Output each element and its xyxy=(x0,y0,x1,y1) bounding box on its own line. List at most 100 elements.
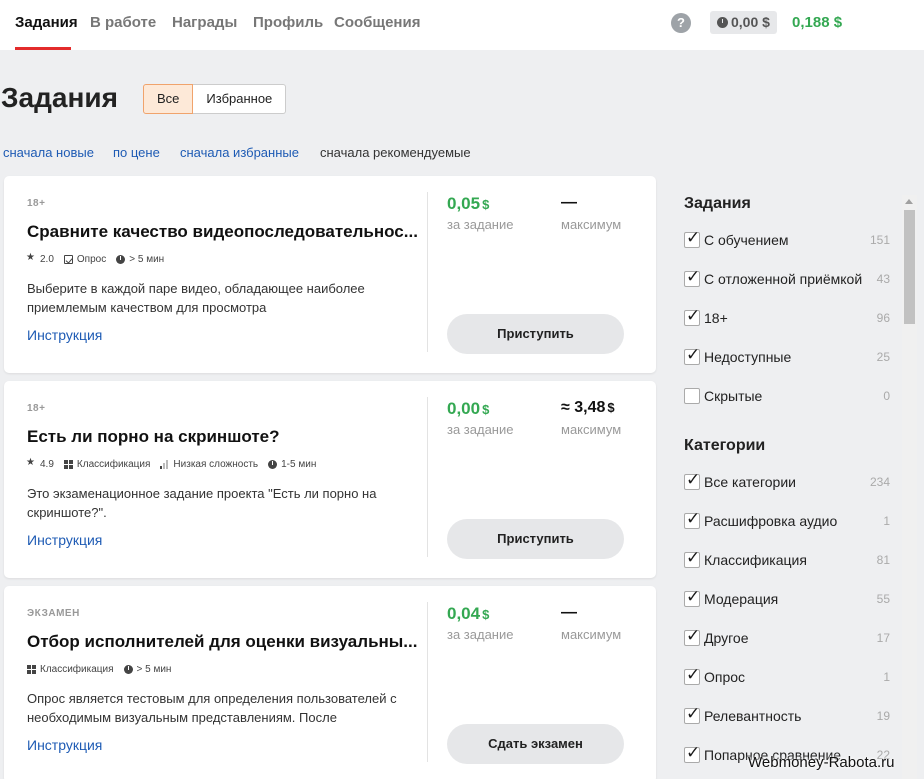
watermark: Webmoney-Rabota.ru xyxy=(748,754,895,771)
card-difficulty: Низкая сложность xyxy=(173,459,259,470)
filter-label: Все категории xyxy=(704,474,796,490)
filter-count: 234 xyxy=(869,475,890,489)
filter-label: Расшифровка аудио xyxy=(704,513,838,529)
filter-count: 81 xyxy=(876,553,890,567)
card-meta: Классификация > 5 мин xyxy=(27,664,181,675)
checkbox-checked[interactable] xyxy=(684,587,700,607)
clock-icon xyxy=(268,460,278,469)
filter-checkbox-row[interactable]: Опрос 1 xyxy=(684,665,890,687)
active-tab-indicator xyxy=(15,47,71,50)
card-type: Опрос xyxy=(76,254,107,265)
checkbox-checked[interactable] xyxy=(684,548,700,568)
filter-sidebar: Задания С обучением 151 С отложенной приём… xyxy=(668,177,918,779)
divider xyxy=(427,602,428,762)
card-title[interactable]: Отбор исполнителей для оценки визуальны.… xyxy=(27,632,417,652)
card-description: Опрос является тестовым для определения … xyxy=(27,691,397,725)
tab-profile[interactable]: Профиль xyxy=(253,14,323,31)
checkbox-checked[interactable] xyxy=(684,228,700,248)
card-title[interactable]: Сравните качество видеопоследовательнос.… xyxy=(27,222,418,242)
checkbox-checked[interactable] xyxy=(684,306,700,326)
checkbox-unchecked[interactable] xyxy=(684,388,700,404)
filter-count: 1 xyxy=(883,670,890,684)
checkbox-checked[interactable] xyxy=(684,743,700,763)
filter-count: 17 xyxy=(876,631,890,645)
tab-in-progress[interactable]: В работе xyxy=(90,14,156,31)
filter-checkbox-row[interactable]: С отложенной приёмкой 43 xyxy=(684,267,890,289)
filter-checkbox-row[interactable]: Недоступные 25 xyxy=(684,345,890,367)
filter-checkbox-row[interactable]: Другое 17 xyxy=(684,626,890,648)
filter-toggle: Все Избранное xyxy=(143,84,287,114)
price-label: за задание xyxy=(447,627,514,642)
star-icon xyxy=(26,457,36,469)
scroll-thumb[interactable] xyxy=(904,210,915,324)
card-tag: 18+ xyxy=(27,198,46,209)
filter-all-button[interactable]: Все xyxy=(143,84,194,114)
filter-checkbox-row[interactable]: 18+ 96 xyxy=(684,306,890,328)
filter-checkbox-row[interactable]: Релевантность 19 xyxy=(684,704,890,726)
balance-badge[interactable]: 0,00 $ xyxy=(710,11,777,34)
filter-count: 96 xyxy=(876,311,890,325)
checkbox-checked[interactable] xyxy=(684,509,700,529)
filter-label: Модерация xyxy=(704,591,779,607)
max-label: максимум xyxy=(561,422,622,437)
filter-checkbox-row[interactable]: Классификация 81 xyxy=(684,548,890,570)
checkbox-checked[interactable] xyxy=(684,665,700,685)
task-card[interactable]: ЭКЗАМЕН Отбор исполнителей для оценки ви… xyxy=(4,586,656,779)
filter-checkbox-row[interactable]: С обучением 151 xyxy=(684,228,890,250)
instruction-link[interactable]: Инструкция xyxy=(27,327,102,343)
tab-rewards[interactable]: Награды xyxy=(172,14,237,31)
divider xyxy=(427,397,428,557)
instruction-link[interactable]: Инструкция xyxy=(27,737,102,753)
price-value: 0,04 $ xyxy=(447,604,490,623)
take-exam-button[interactable]: Сдать экзамен xyxy=(447,724,624,764)
tasks-filter-heading: Задания xyxy=(684,195,751,212)
max-value: — xyxy=(561,604,577,621)
filter-count: 43 xyxy=(876,272,890,286)
filter-label: С обучением xyxy=(704,232,789,248)
sort-price-link[interactable]: по цене xyxy=(113,145,160,160)
filter-checkbox-row[interactable]: Скрытые 0 xyxy=(684,386,890,406)
instruction-link[interactable]: Инструкция xyxy=(27,532,102,548)
card-tag: ЭКЗАМЕН xyxy=(27,608,80,619)
task-card[interactable]: 18+ Сравните качество видеопоследователь… xyxy=(4,176,656,373)
max-label: максимум xyxy=(561,217,622,232)
price-value: 0,00 $ xyxy=(447,399,490,418)
filter-checkbox-row[interactable]: Расшифровка аудио 1 xyxy=(684,509,890,531)
filter-label: Релевантность xyxy=(704,708,802,724)
grid-icon xyxy=(27,665,36,674)
filter-count: 25 xyxy=(876,350,890,364)
filter-checkbox-row[interactable]: Модерация 55 xyxy=(684,587,890,609)
filter-count: 55 xyxy=(876,592,890,606)
filter-checkbox-row[interactable]: Все категории 234 xyxy=(684,470,890,492)
sort-favorites-link[interactable]: сначала избранные xyxy=(180,145,299,160)
card-time: > 5 мин xyxy=(129,254,165,265)
start-button[interactable]: Приступить xyxy=(447,519,624,559)
checkbox-checked[interactable] xyxy=(684,470,700,490)
start-button[interactable]: Приступить xyxy=(447,314,624,354)
card-meta: 4.9 Классификация Низкая сложность 1-5 м… xyxy=(26,457,326,470)
tab-messages[interactable]: Сообщения xyxy=(334,14,420,31)
card-tag: 18+ xyxy=(27,403,46,414)
help-icon[interactable]: ? xyxy=(671,13,691,33)
task-card[interactable]: 18+ Есть ли порно на скриншоте? 4.9 Клас… xyxy=(4,381,656,578)
categories-heading: Категории xyxy=(684,437,766,454)
filter-favorites-button[interactable]: Избранное xyxy=(193,84,287,114)
checkbox-checked[interactable] xyxy=(684,704,700,724)
filter-label: Скрытые xyxy=(704,388,763,404)
price-label: за задание xyxy=(447,217,514,232)
clock-icon xyxy=(116,255,126,264)
grid-icon xyxy=(63,460,73,469)
scroll-up-arrow-icon[interactable] xyxy=(905,199,913,204)
card-title[interactable]: Есть ли порно на скриншоте? xyxy=(27,427,280,447)
filter-label: Недоступные xyxy=(704,349,792,365)
tab-tasks[interactable]: Задания xyxy=(15,14,78,31)
card-rating: 4.9 xyxy=(40,459,54,470)
filter-count: 19 xyxy=(876,709,890,723)
checkbox-checked[interactable] xyxy=(684,626,700,646)
filter-label: Опрос xyxy=(704,669,746,685)
checkbox-checked[interactable] xyxy=(684,267,700,287)
checkbox-checked[interactable] xyxy=(684,345,700,365)
sort-recommended-link[interactable]: сначала рекомендуемые xyxy=(320,145,471,160)
divider xyxy=(427,192,428,352)
sort-newest-link[interactable]: сначала новые xyxy=(3,145,94,160)
